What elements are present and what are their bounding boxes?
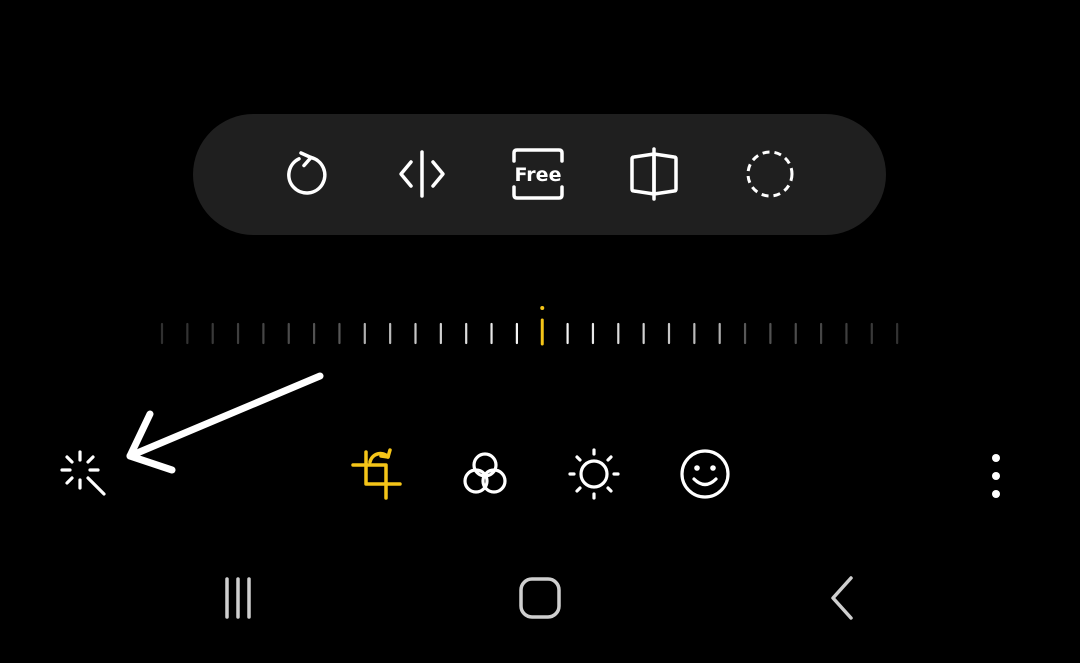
angle-ruler[interactable] [150,298,910,350]
more-vertical-icon [992,454,1000,498]
auto-enhance-button[interactable] [52,442,116,506]
crop-rotate-icon [351,448,402,500]
recent-apps-icon [225,577,251,619]
smiley-icon [680,449,730,499]
filters-button[interactable] [453,442,517,506]
lasso-button[interactable] [735,139,805,209]
aspect-ratio-label: Free [515,164,562,186]
tone-button[interactable] [562,442,626,506]
decorations-button[interactable] [673,442,737,506]
perspective-icon [630,147,678,201]
back-icon [831,576,853,620]
more-options-button[interactable] [964,442,1028,506]
magic-wand-icon [60,450,106,496]
aspect-ratio-button[interactable]: Free [503,139,573,209]
lasso-icon [746,150,794,198]
ruler-indicator-dot [540,306,545,310]
perspective-button[interactable] [619,139,689,209]
rotate-icon [287,151,327,195]
aspect-ratio-free-icon: Free [512,148,564,200]
filters-icon [463,452,507,494]
transform-button[interactable] [344,442,408,506]
flip-button[interactable] [387,139,457,209]
back-button[interactable] [807,568,877,628]
recent-apps-button[interactable] [203,568,273,628]
rotate-button[interactable] [271,139,341,209]
annotation-arrow [126,372,324,474]
home-icon [519,577,561,619]
flip-horizontal-icon [399,150,445,198]
brightness-icon [568,448,620,500]
home-button[interactable] [505,568,575,628]
